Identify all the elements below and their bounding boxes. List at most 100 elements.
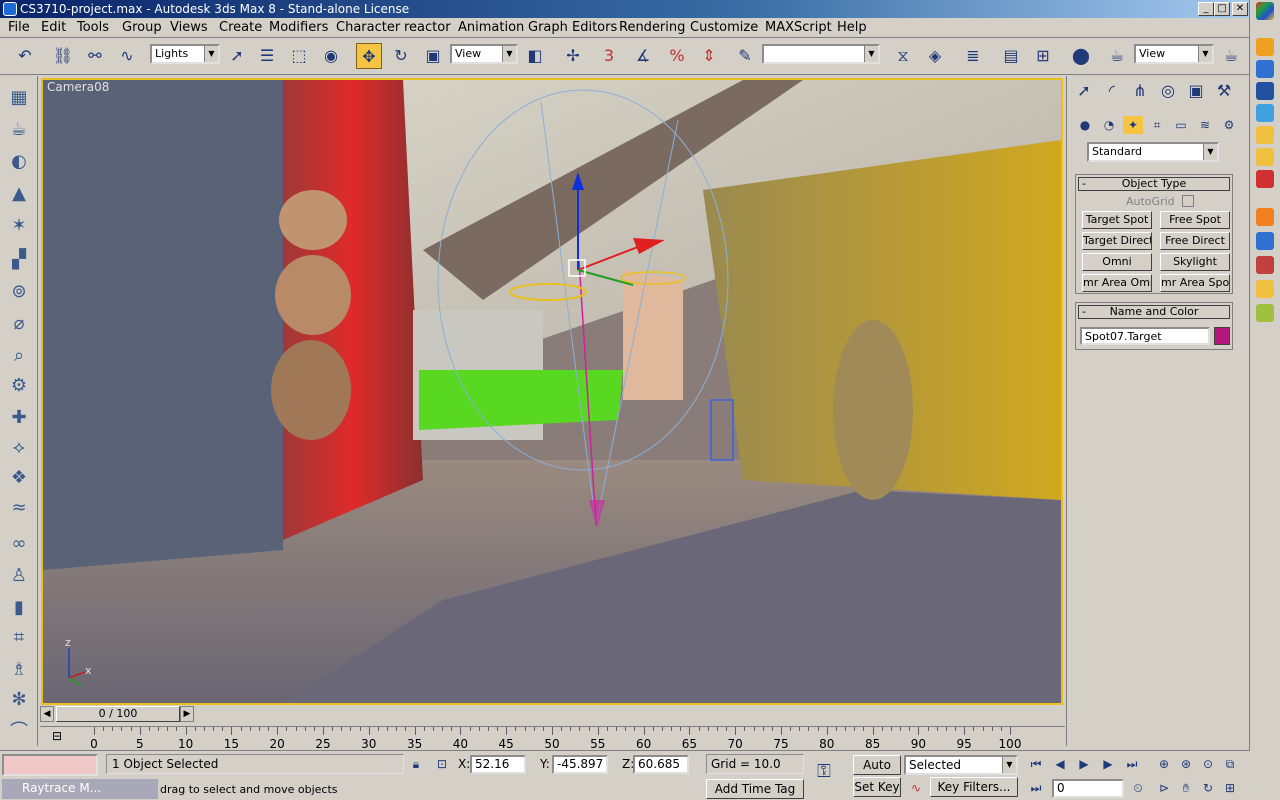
menu-maxscript[interactable]: MAXScript [765, 20, 832, 36]
cloth-icon[interactable]: ▮ [7, 596, 31, 620]
unlink-icon[interactable]: ⚯ [82, 43, 108, 69]
torus-icon[interactable]: ⊚ [7, 280, 31, 304]
next-frame-icon[interactable]: ▶ [1098, 755, 1118, 773]
menu-help[interactable]: Help [837, 20, 867, 36]
cylinder-icon[interactable]: ⌀ [7, 312, 31, 336]
play-icon[interactable]: ▶ [1074, 755, 1094, 773]
chevron-left-icon[interactable]: ◀ [40, 706, 54, 722]
minimize-button[interactable]: _ [1198, 2, 1214, 16]
key-filters-button[interactable]: Key Filters... [930, 777, 1018, 797]
field-of-view-icon[interactable]: ⊳ [1154, 779, 1174, 797]
maximize-viewport-icon[interactable]: ⊞ [1220, 779, 1240, 797]
menu-animation[interactable]: Animation [458, 20, 524, 36]
angle-snap-icon[interactable]: ∡ [630, 43, 656, 69]
menu-reactor[interactable]: reactor [404, 20, 451, 36]
bone-icon[interactable]: ✚ [7, 406, 31, 430]
maximize-button[interactable]: □ [1214, 2, 1230, 16]
orbit-icon[interactable]: ↻ [1198, 779, 1218, 797]
viewport-label[interactable]: Camera08 [47, 80, 109, 94]
tray-app-icon[interactable] [1256, 304, 1274, 322]
utilities-tab-icon[interactable]: ⚒ [1211, 78, 1237, 104]
autogrid-checkbox[interactable] [1182, 195, 1194, 207]
menu-character[interactable]: Character [336, 20, 400, 36]
tray-app-icon[interactable] [1256, 280, 1274, 298]
biped-icon[interactable]: ♙ [7, 564, 31, 588]
layer-manager-icon[interactable]: ≣ [960, 43, 986, 69]
rectangular-selection-icon[interactable]: ⬚ [286, 43, 312, 69]
space-warps-icon[interactable]: ≋ [1195, 116, 1215, 134]
previous-frame-icon[interactable]: ◀ [1050, 755, 1070, 773]
skylight-button[interactable]: Skylight [1160, 253, 1230, 271]
go-to-start-icon[interactable]: ⏮ [1026, 755, 1046, 773]
menu-create[interactable]: Create [219, 20, 262, 36]
mr-area-omni-button[interactable]: mr Area Omni [1082, 274, 1152, 292]
target-spot-button[interactable]: Target Spot [1082, 211, 1152, 229]
render-type-dropdown[interactable]: View ▼ [1134, 44, 1214, 64]
minimized-window[interactable]: Raytrace M... [2, 779, 158, 799]
zoom-icon[interactable]: ⊕ [1154, 755, 1174, 773]
menu-tools[interactable]: Tools [77, 20, 109, 36]
align-icon[interactable]: ◈ [922, 43, 948, 69]
y-coordinate-field[interactable]: -45.897 [552, 755, 608, 774]
star-icon[interactable]: ✶ [7, 214, 31, 238]
menu-file[interactable]: File [8, 20, 30, 36]
render-scene-icon[interactable]: ☕ [1104, 43, 1130, 69]
select-and-scale-icon[interactable]: ▣ [420, 43, 446, 69]
select-and-link-icon[interactable]: ⛓ [50, 43, 76, 69]
track-bar[interactable]: ⊟ 0 5 10 15 20 25 30 35 40 45 50 55 60 65 70 75 80 85 90 95… [40, 726, 1065, 751]
free-spot-button[interactable]: Free Spot [1160, 211, 1230, 229]
selection-filter-dropdown[interactable]: Lights ▼ [150, 44, 220, 64]
geometry-icon[interactable]: ● [1075, 116, 1095, 134]
select-and-rotate-icon[interactable]: ↻ [388, 43, 414, 69]
lights-icon[interactable]: ✦ [1123, 116, 1143, 134]
menu-views[interactable]: Views [170, 20, 208, 36]
chevron-right-icon[interactable]: ▶ [180, 706, 194, 722]
helpers-icon[interactable]: ▭ [1171, 116, 1191, 134]
time-slider-thumb[interactable]: 0 / 100 [56, 706, 180, 722]
knot-icon[interactable]: ∞ [7, 532, 31, 556]
zoom-extents-icon[interactable]: ⊙ [1198, 755, 1218, 773]
material-editor-icon[interactable]: ⬤ [1068, 43, 1094, 69]
manipulate-icon[interactable]: ✢ [560, 43, 586, 69]
maxscript-listener-field[interactable] [2, 754, 98, 776]
viewport-camera[interactable]: Camera08 z x [41, 78, 1063, 705]
object-color-swatch[interactable] [1214, 327, 1230, 345]
named-selection-dropdown[interactable]: ▼ [762, 44, 880, 64]
key-icon[interactable]: ⚿ [814, 763, 834, 781]
tray-app-icon[interactable] [1256, 148, 1274, 166]
set-key-button[interactable]: Set Key [853, 777, 901, 797]
tray-app-icon[interactable] [1256, 126, 1274, 144]
camera-icon[interactable]: ⌗ [7, 626, 31, 650]
reference-coordinate-dropdown[interactable]: View ▼ [450, 44, 518, 64]
zoom-all-icon[interactable]: ⊛ [1176, 755, 1196, 773]
snaps-toggle-icon[interactable]: 3 [596, 43, 622, 69]
z-coordinate-field[interactable]: 60.685 [633, 755, 689, 774]
object-name-field[interactable]: Spot07.Target [1080, 327, 1210, 345]
undo-icon[interactable]: ↶ [12, 43, 38, 69]
curve-icon[interactable]: ∿ [906, 779, 926, 797]
schematic-view-icon[interactable]: ⊞ [1030, 43, 1056, 69]
menu-customize[interactable]: Customize [690, 20, 758, 36]
window-crossing-icon[interactable]: ◉ [318, 43, 344, 69]
close-button[interactable]: ✕ [1232, 2, 1248, 16]
quick-render-icon[interactable]: ☕ [1218, 43, 1244, 69]
windows-logo-icon[interactable] [1256, 2, 1274, 20]
spinner-snap-icon[interactable]: ⇕ [696, 43, 722, 69]
current-frame-field[interactable]: 0 [1052, 779, 1124, 798]
wave-icon[interactable]: ≈ [7, 496, 31, 520]
edit-named-selection-icon[interactable]: ✎ [732, 43, 758, 69]
sphere-icon[interactable]: ◐ [7, 150, 31, 174]
walker-icon[interactable]: ♗ [7, 658, 31, 682]
auto-key-button[interactable]: Auto Key [853, 755, 901, 790]
tray-app-icon[interactable] [1256, 232, 1274, 250]
tray-app-icon[interactable] [1256, 82, 1274, 100]
mirror-icon[interactable]: ⧖ [890, 43, 916, 69]
particle-icon[interactable]: ⟡ [7, 436, 31, 460]
menu-edit[interactable]: Edit [41, 20, 66, 36]
box-icon[interactable]: ▦ [7, 86, 31, 110]
time-slider[interactable]: ◀ 0 / 100 ▶ [40, 706, 1065, 724]
free-direct-button[interactable]: Free Direct [1160, 232, 1230, 250]
x-coordinate-field[interactable]: 52.16 [470, 755, 526, 774]
tray-app-icon[interactable] [1256, 60, 1274, 78]
tray-app-icon[interactable] [1256, 256, 1274, 274]
